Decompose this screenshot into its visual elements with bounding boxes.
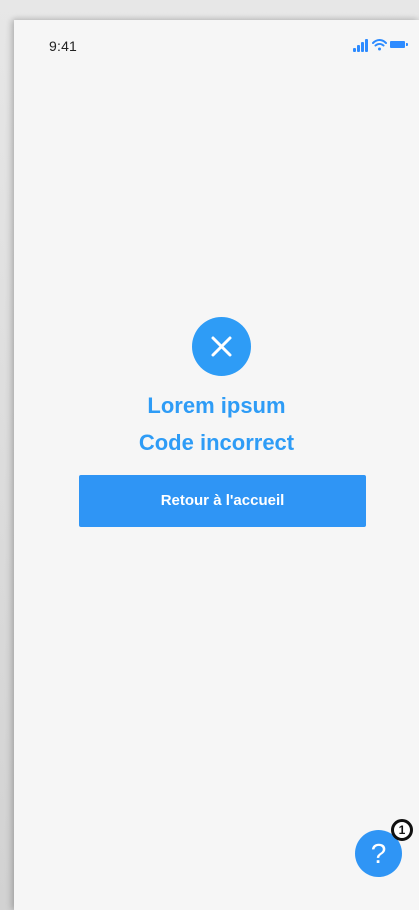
status-bar: 9:41	[14, 20, 419, 68]
message-title: Lorem ipsum	[147, 393, 286, 418]
notification-badge: 1	[391, 819, 413, 841]
status-time: 9:41	[49, 38, 78, 54]
battery-icon	[390, 41, 405, 48]
status-icons	[353, 38, 408, 52]
error-message: Code incorrect	[138, 430, 295, 455]
battery-tip	[406, 43, 408, 46]
question-icon: ?	[370, 838, 387, 869]
app-screen: 9:41 Lorem ipsum Code incorrect Retour à…	[14, 20, 419, 910]
screen-frame: 9:41 Lorem ipsum Code incorrect Retour à…	[0, 0, 419, 910]
wifi-icon	[372, 38, 387, 51]
close-icon	[192, 317, 251, 376]
home-button[interactable]: Retour à l'accueil	[79, 475, 366, 527]
